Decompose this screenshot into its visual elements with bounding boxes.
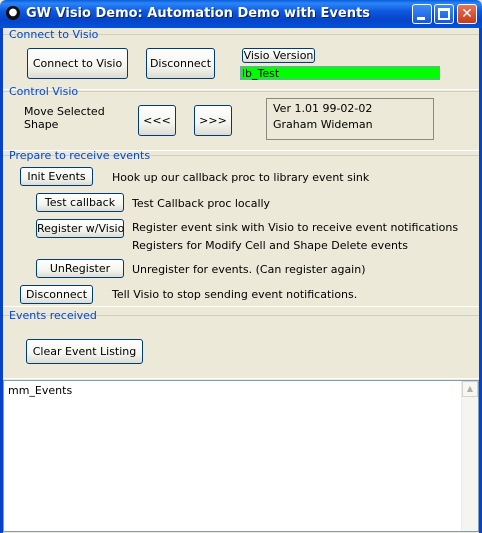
maximize-button[interactable] (434, 4, 454, 24)
minimize-button[interactable] (412, 4, 432, 24)
clear-event-listing-button[interactable]: Clear Event Listing (26, 339, 143, 364)
move-shape-label-line2: Shape (24, 118, 59, 131)
move-right-button[interactable]: >>> (194, 105, 232, 136)
register-description-line1: Register event sink with Visio to receiv… (132, 221, 459, 234)
visio-version-button[interactable]: Visio Version (242, 48, 315, 63)
disconnect-events-button[interactable]: Disconnect (20, 285, 93, 304)
init-events-description: Hook up our callback proc to library eve… (112, 171, 370, 184)
paw-icon[interactable]: ● (6, 6, 20, 20)
version-line: Ver 1.01 99-02-02 (273, 102, 373, 115)
events-listbox[interactable]: mm_Events ▲ (3, 380, 479, 532)
author-line: Graham Wideman (273, 118, 373, 131)
events-received-group-label: Events received (9, 309, 97, 322)
init-events-button[interactable]: Init Events (20, 167, 93, 186)
move-left-button[interactable]: <<< (138, 105, 176, 136)
vertical-scrollbar[interactable]: ▲ (461, 381, 478, 531)
status-value: lb_Test (240, 66, 440, 80)
register-description-line2: Registers for Modify Cell and Shape Dele… (132, 239, 408, 252)
unregister-description: Unregister for events. (Can register aga… (132, 263, 366, 276)
list-item[interactable]: mm_Events (8, 384, 72, 397)
test-callback-button[interactable]: Test callback (36, 193, 124, 212)
minimize-icon (417, 17, 425, 20)
connect-to-visio-button[interactable]: Connect to Visio (27, 48, 128, 79)
disconnect-events-description: Tell Visio to stop sending event notific… (112, 288, 358, 301)
version-info-panel: Ver 1.01 99-02-02 Graham Wideman (266, 98, 434, 140)
title-bar[interactable]: ● GW Visio Demo: Automation Demo with Ev… (0, 0, 482, 28)
close-button[interactable]: ✕ (457, 4, 477, 24)
maximize-icon (438, 8, 450, 20)
close-icon: ✕ (461, 6, 473, 22)
register-visio-button[interactable]: Register w/Visio (36, 219, 124, 238)
control-group-label: Control Visio (9, 85, 79, 98)
events-prep-group-label: Prepare to receive events (9, 149, 151, 162)
connect-group-label: Connect to Visio (9, 28, 99, 41)
unregister-button[interactable]: UnRegister (36, 259, 124, 278)
window-title: GW Visio Demo: Automation Demo with Even… (26, 6, 370, 21)
test-callback-description: Test Callback proc locally (132, 197, 271, 210)
chevron-up-icon: ▲ (466, 384, 474, 393)
scroll-up-button[interactable]: ▲ (462, 381, 478, 397)
move-shape-label-line1: Move Selected (24, 105, 105, 118)
disconnect-visio-button[interactable]: Disconnect (146, 48, 215, 79)
